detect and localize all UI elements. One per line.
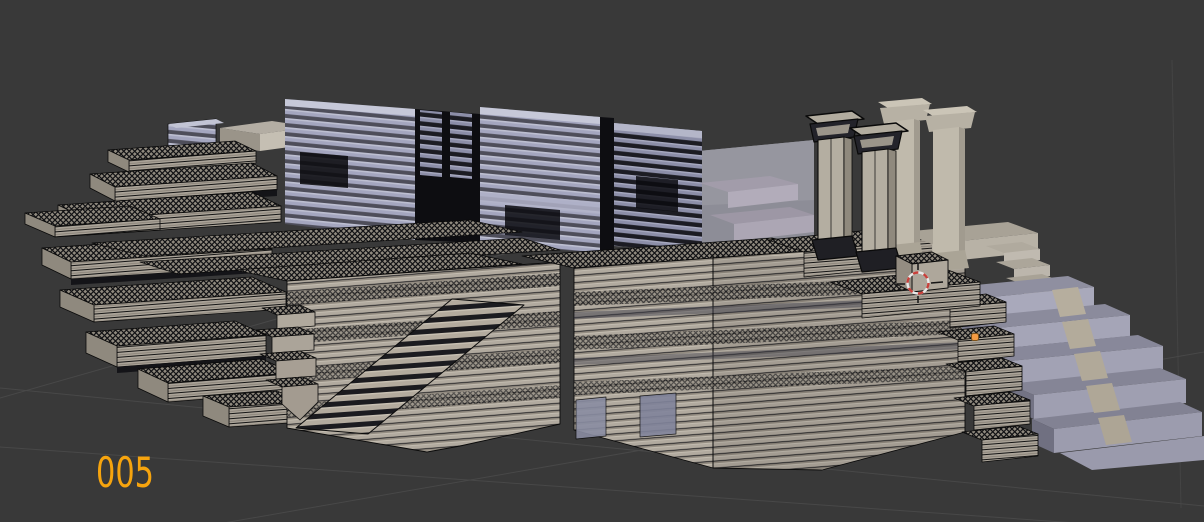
viewport-canvas[interactable]: 005 <box>0 0 1204 522</box>
origin-point <box>971 333 979 341</box>
3d-viewport[interactable]: 005 <box>0 0 1204 522</box>
model-columns <box>805 98 977 273</box>
frame-number-label: 005 <box>96 448 154 497</box>
